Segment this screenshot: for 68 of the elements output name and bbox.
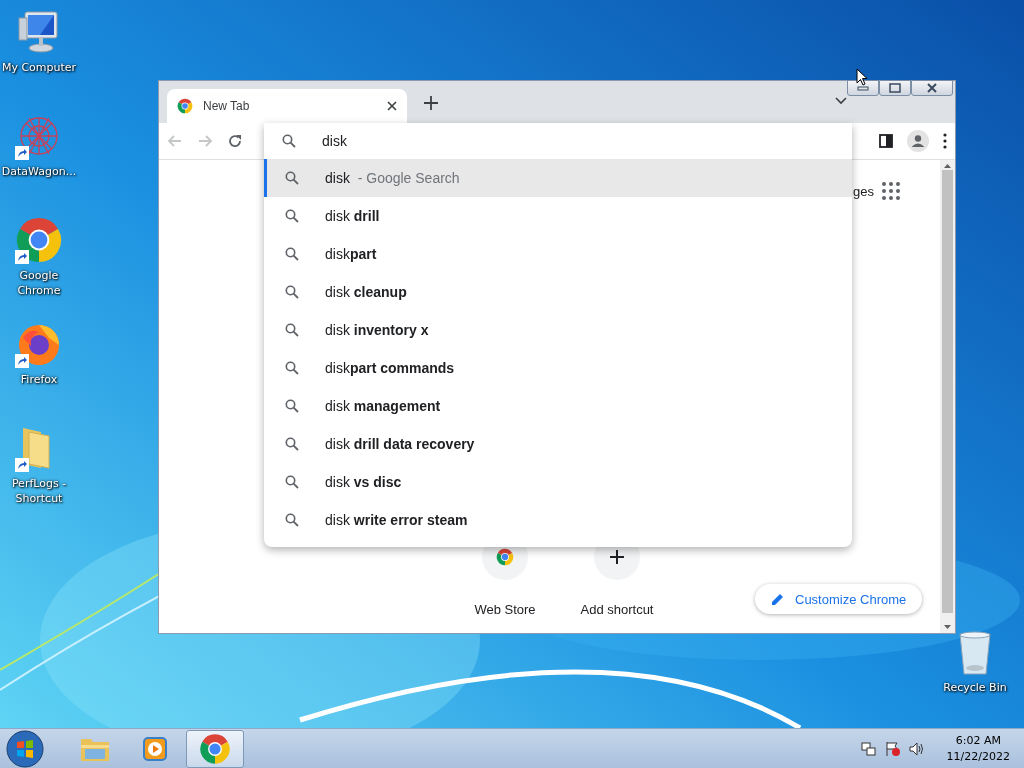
clock[interactable]: 6:02 AM 11/22/2022 [946, 732, 1010, 765]
volume-icon[interactable] [908, 740, 925, 757]
search-icon [285, 513, 299, 527]
icon-label: PerfLogs - Shortcut [10, 476, 68, 506]
maximize-button[interactable] [879, 80, 911, 96]
icon-label: Firefox [19, 372, 59, 387]
images-link[interactable]: ges [853, 184, 874, 199]
close-button[interactable] [911, 80, 953, 96]
suggestion-item[interactable]: disk cleanup [264, 273, 852, 311]
shortcut-label[interactable]: Web Store [474, 602, 536, 617]
recycle-bin-icon[interactable] [957, 630, 993, 676]
suggestion-item[interactable]: disk - Google Search [264, 159, 852, 197]
search-icon [285, 475, 299, 489]
scroll-down-icon[interactable] [944, 625, 951, 629]
reload-icon[interactable] [227, 133, 243, 149]
network-icon[interactable] [860, 740, 877, 757]
close-icon [926, 83, 938, 93]
shortcut-arrow-icon [15, 354, 29, 368]
minimize-button[interactable] [847, 80, 879, 96]
suggestion-item[interactable]: disk drill data recovery [264, 425, 852, 463]
apps-grid-icon[interactable] [882, 182, 900, 200]
taskbar-button[interactable] [186, 729, 244, 768]
plus-icon [609, 549, 625, 565]
pencil-icon [771, 592, 785, 606]
icon-label: Recycle Bin [942, 680, 1008, 695]
chrome-icon[interactable] [15, 216, 63, 264]
icon-label: Google Chrome [16, 268, 62, 298]
search-icon [285, 437, 299, 451]
shortcut-arrow-icon [15, 146, 29, 160]
search-icon [285, 285, 299, 299]
chrome-icon [177, 98, 193, 114]
flag-icon[interactable] [884, 740, 901, 757]
search-icon [285, 361, 299, 375]
suggestion-item[interactable]: disk management [264, 387, 852, 425]
suggestion-item[interactable]: disk write error steam [264, 501, 852, 539]
icon-label: My Computer [0, 60, 78, 75]
shortcut-arrow-icon [15, 458, 29, 472]
chrome-icon [199, 732, 231, 765]
search-icon [285, 323, 299, 337]
icon-label: DataWagon... [0, 164, 78, 179]
search-icon [285, 399, 299, 413]
search-icon [285, 171, 299, 185]
start-button[interactable] [6, 729, 44, 768]
close-icon[interactable] [387, 101, 397, 111]
media-player-icon [141, 734, 169, 763]
suggestion-item[interactable]: diskpart commands [264, 349, 852, 387]
scroll-up-icon[interactable] [944, 164, 951, 168]
search-icon [285, 209, 299, 223]
maximize-icon [889, 83, 901, 93]
web-store-icon [496, 548, 514, 566]
shortcut-label[interactable]: Add shortcut [580, 602, 654, 617]
suggestion-item[interactable]: disk drill [264, 197, 852, 235]
suggestion-item[interactable]: diskpart [264, 235, 852, 273]
profile-icon[interactable] [907, 130, 929, 152]
omnibox-field[interactable]: disk [322, 133, 802, 149]
search-icon [282, 134, 296, 148]
search-icon [285, 247, 299, 261]
shortcut-arrow-icon [15, 250, 29, 264]
customize-chrome-button[interactable]: Customize Chrome [755, 584, 923, 614]
scrollbar[interactable] [940, 160, 955, 633]
cursor-icon [856, 68, 868, 86]
suggestion-item[interactable]: disk inventory x [264, 311, 852, 349]
menu-icon[interactable] [943, 133, 947, 149]
browser-tab[interactable]: New Tab [167, 89, 407, 123]
suggestion-item[interactable]: disk vs disc [264, 463, 852, 501]
side-panel-icon[interactable] [879, 134, 893, 148]
minimize-icon [857, 85, 869, 91]
chevron-down-icon[interactable] [835, 97, 847, 105]
